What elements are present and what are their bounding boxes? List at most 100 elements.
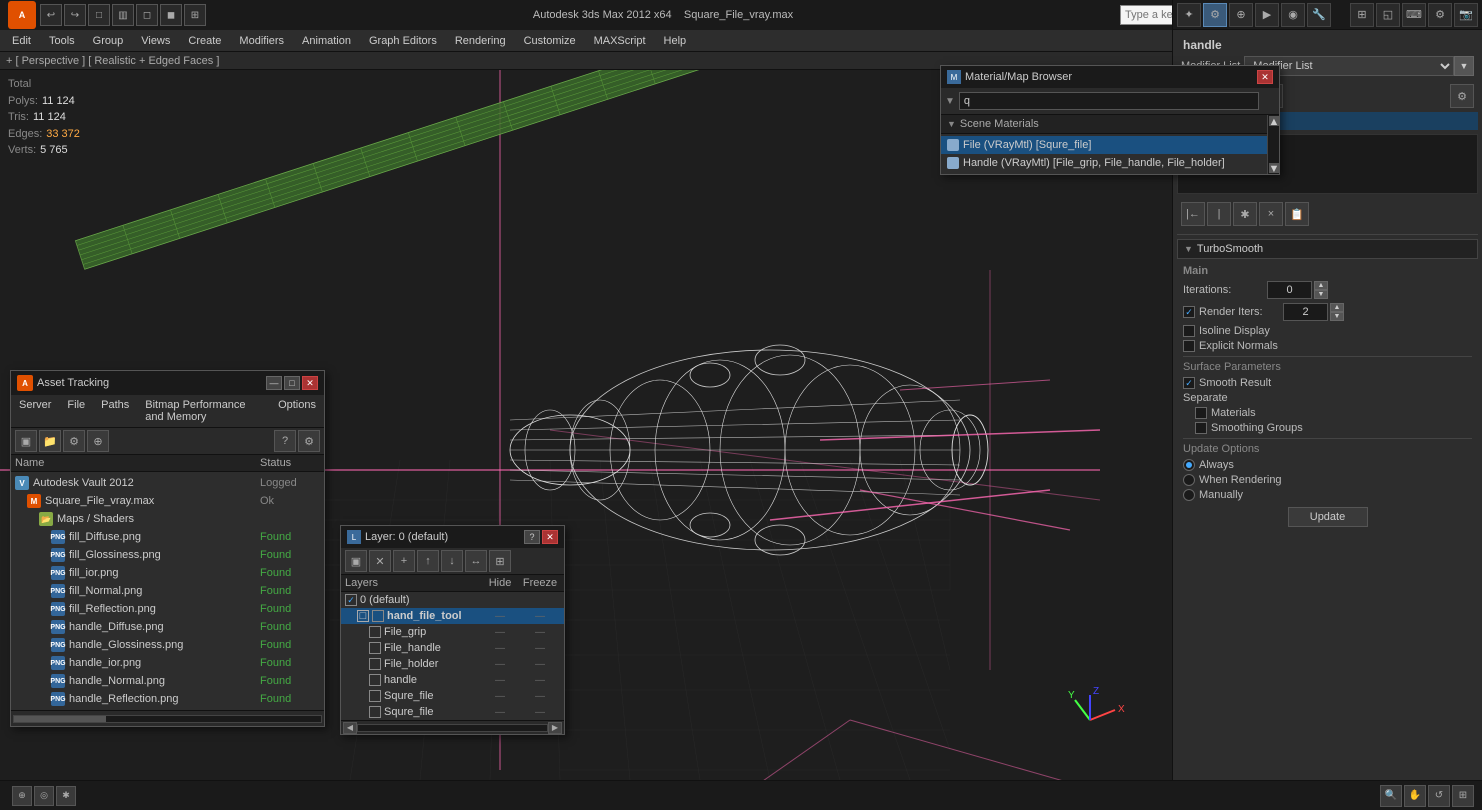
rp-extra-btn-1[interactable]: ⊞ — [1350, 3, 1374, 27]
lm-help-btn[interactable]: ? — [524, 530, 540, 544]
lm-row-squre-file-2[interactable]: Squre_file — — — [341, 704, 564, 720]
at-table-body[interactable]: V Autodesk Vault 2012 Logged M Square_Fi… — [11, 472, 324, 710]
menu-tools[interactable]: Tools — [41, 30, 83, 52]
lm-tool-3[interactable]: + — [393, 550, 415, 572]
at-row-png-6[interactable]: PNG handle_Diffuse.png Found — [11, 618, 324, 636]
at-tool-4[interactable]: ⊕ — [87, 430, 109, 452]
ts-render-iters-checkbox[interactable]: ✓ — [1183, 306, 1195, 318]
lm-row-handle[interactable]: handle — — — [341, 672, 564, 688]
status-btn-1[interactable]: ⊕ — [12, 786, 32, 806]
at-menu-server[interactable]: Server — [15, 397, 55, 425]
lm-row-file-holder[interactable]: File_holder — — — [341, 656, 564, 672]
viewport-pan-btn[interactable]: ✋ — [1404, 785, 1426, 807]
lm-tool-2[interactable]: ✕ — [369, 550, 391, 572]
lm-scroll-right[interactable]: ▶ — [548, 722, 562, 734]
at-minimize-btn[interactable]: — — [266, 376, 282, 390]
menu-rendering[interactable]: Rendering — [447, 30, 514, 52]
lm-layer-icon-3[interactable] — [369, 642, 381, 654]
toolbar-btn-7[interactable]: ⊞ — [184, 4, 206, 26]
at-config-btn[interactable]: ⚙ — [298, 430, 320, 452]
at-row-maps[interactable]: 📂 Maps / Shaders — [11, 510, 324, 528]
at-menu-bitmap[interactable]: Bitmap Performance and Memory — [141, 397, 266, 425]
at-scrollbar[interactable] — [11, 710, 324, 726]
mat-collapse-btn[interactable]: ▼ — [947, 119, 956, 129]
mod-icon-1[interactable]: |← — [1181, 202, 1205, 226]
ts-smoothing-groups-checkbox[interactable] — [1195, 422, 1207, 434]
at-row-png-7[interactable]: PNG handle_Glossiness.png Found — [11, 636, 324, 654]
lm-layer-icon-6[interactable] — [369, 690, 381, 702]
status-btn-2[interactable]: ◎ — [34, 786, 54, 806]
menu-help[interactable]: Help — [656, 30, 695, 52]
rp-extra-btn-2[interactable]: ◱ — [1376, 3, 1400, 27]
lm-scroll-left[interactable]: ◀ — [343, 722, 357, 734]
at-menu-file[interactable]: File — [63, 397, 89, 425]
at-close-btn[interactable]: ✕ — [302, 376, 318, 390]
ts-iterations-down[interactable]: ▼ — [1314, 290, 1328, 299]
at-row-png-10[interactable]: PNG handle_Reflection.png Found — [11, 690, 324, 708]
lm-layer-icon-5[interactable] — [369, 674, 381, 686]
mod-icon-5[interactable]: 📋 — [1285, 202, 1309, 226]
at-row-maxfile[interactable]: M Square_File_vray.max Ok — [11, 492, 324, 510]
lm-row-0[interactable]: ✓ 0 (default) — [341, 592, 564, 608]
menu-modifiers[interactable]: Modifiers — [231, 30, 292, 52]
at-tool-2[interactable]: 📁 — [39, 430, 61, 452]
ts-manually-radio[interactable] — [1183, 489, 1195, 501]
rp-extra-btn-5[interactable]: 📷 — [1454, 3, 1478, 27]
toolbar-btn-3[interactable]: □ — [88, 4, 110, 26]
mat-row-2[interactable]: Handle (VRayMtl) [File_grip, File_handle… — [941, 154, 1267, 172]
menu-views[interactable]: Views — [133, 30, 178, 52]
lm-row-file-grip[interactable]: File_grip — — — [341, 624, 564, 640]
panel-config-btn[interactable]: ⚙ — [1450, 84, 1474, 108]
status-btn-3[interactable]: ✱ — [56, 786, 76, 806]
ts-iterations-input[interactable] — [1267, 281, 1312, 299]
menu-maxscript[interactable]: MAXScript — [586, 30, 654, 52]
lm-scrollbar[interactable]: ◀ ▶ — [341, 720, 564, 734]
at-maximize-btn[interactable]: □ — [284, 376, 300, 390]
menu-graph-editors[interactable]: Graph Editors — [361, 30, 445, 52]
menu-create[interactable]: Create — [180, 30, 229, 52]
lm-layer-icon-2[interactable] — [369, 626, 381, 638]
ts-render-iters-down[interactable]: ▼ — [1330, 312, 1344, 321]
lm-tool-4[interactable]: ↑ — [417, 550, 439, 572]
lm-layer-icon-1[interactable] — [372, 610, 384, 622]
rp-modify-btn[interactable]: ⚙ — [1203, 3, 1227, 27]
lm-tool-7[interactable]: ⊞ — [489, 550, 511, 572]
rp-display-btn[interactable]: ◉ — [1281, 3, 1305, 27]
ts-explicit-checkbox[interactable] — [1183, 340, 1195, 352]
ts-materials-checkbox[interactable] — [1195, 407, 1207, 419]
viewport-orbit-btn[interactable]: ↺ — [1428, 785, 1450, 807]
mat-row-1[interactable]: File (VRayMtl) [Squre_file] — [941, 136, 1267, 154]
rp-motion-btn[interactable]: ▶ — [1255, 3, 1279, 27]
ts-iterations-up[interactable]: ▲ — [1314, 281, 1328, 290]
ts-render-iters-input[interactable] — [1283, 303, 1328, 321]
toolbar-btn-1[interactable]: ↩ — [40, 4, 62, 26]
menu-animation[interactable]: Animation — [294, 30, 359, 52]
menu-edit[interactable]: Edit — [4, 30, 39, 52]
at-tool-1[interactable]: ▣ — [15, 430, 37, 452]
toolbar-btn-2[interactable]: ↪ — [64, 4, 86, 26]
mod-icon-2[interactable]: | — [1207, 202, 1231, 226]
at-row-png-1[interactable]: PNG fill_Diffuse.png Found — [11, 528, 324, 546]
rp-create-btn[interactable]: ✦ — [1177, 3, 1201, 27]
at-row-png-2[interactable]: PNG fill_Glossiness.png Found — [11, 546, 324, 564]
lm-tool-5[interactable]: ↓ — [441, 550, 463, 572]
lm-row-file-handle[interactable]: File_handle — — — [341, 640, 564, 656]
mod-icon-4[interactable]: × — [1259, 202, 1283, 226]
ts-update-button[interactable]: Update — [1288, 507, 1368, 527]
turbosmooth-header[interactable]: ▼ TurboSmooth — [1177, 239, 1478, 259]
toolbar-btn-6[interactable]: ◼ — [160, 4, 182, 26]
rp-extra-btn-4[interactable]: ⚙ — [1428, 3, 1452, 27]
mat-close-btn[interactable]: ✕ — [1257, 70, 1273, 84]
mat-search-arrow[interactable]: ▼ — [945, 96, 955, 107]
mat-scroll-up[interactable]: ▲ — [1269, 116, 1279, 126]
at-scroll-thumb[interactable] — [14, 716, 106, 722]
ts-smooth-result-checkbox[interactable]: ✓ — [1183, 377, 1195, 389]
mat-section-header[interactable]: ▼ Scene Materials — [941, 115, 1267, 134]
lm-row-squre-file-1[interactable]: Squre_file — — — [341, 688, 564, 704]
lm-layer-icon-0[interactable]: ✓ — [345, 594, 357, 606]
at-menu-options[interactable]: Options — [274, 397, 320, 425]
mat-scrollbar-v[interactable]: ▲ ▼ — [1267, 115, 1279, 174]
menu-customize[interactable]: Customize — [516, 30, 584, 52]
ts-isoline-checkbox[interactable] — [1183, 325, 1195, 337]
modifier-dropdown-arrow[interactable]: ▼ — [1454, 56, 1474, 76]
